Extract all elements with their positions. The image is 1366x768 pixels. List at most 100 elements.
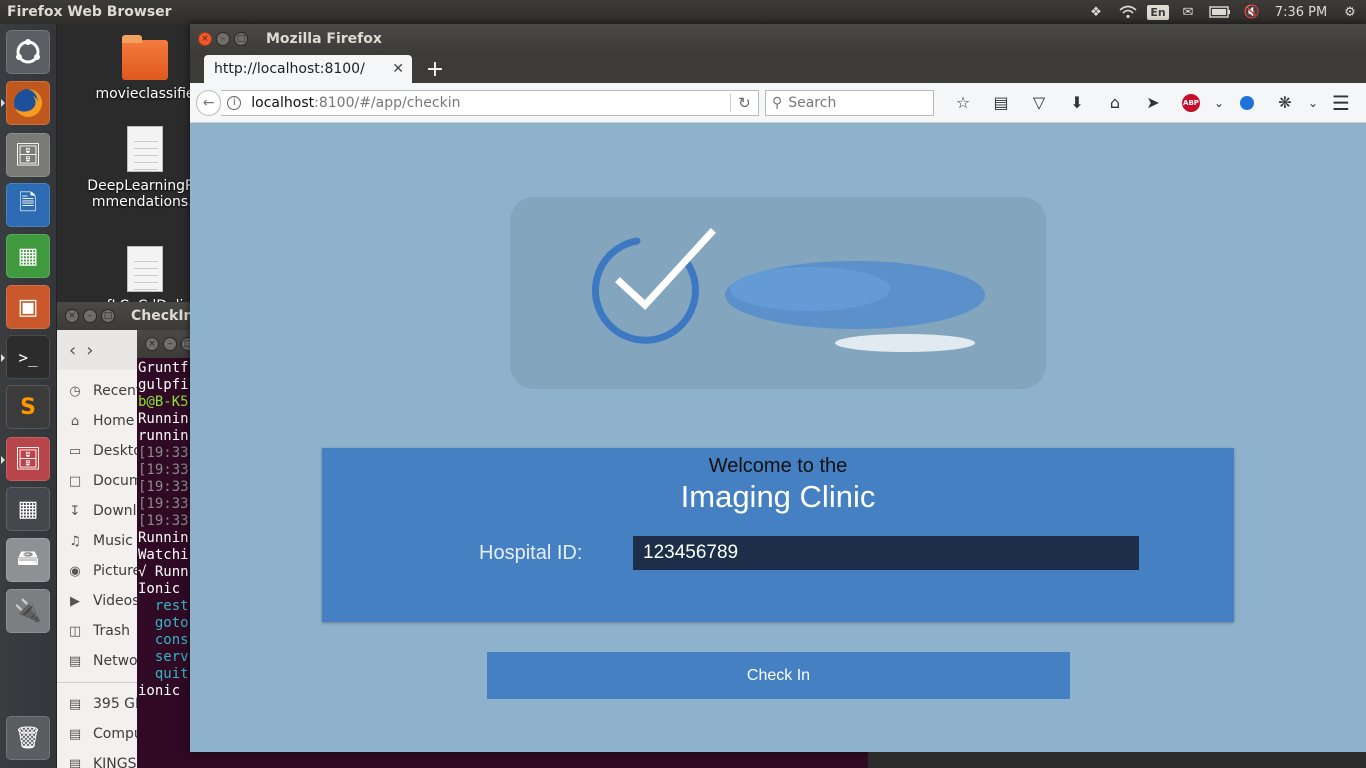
hospital-id-input[interactable] [633,536,1139,570]
files-window-title: CheckIn [131,308,194,324]
folder-icon: ▭ [68,443,82,459]
extension-icon[interactable] [1228,90,1266,116]
running-indicator [1,456,5,464]
bookmark-star-icon[interactable]: ☆ [944,90,982,116]
mail-icon[interactable]: ✉ [1172,0,1204,24]
hospital-id-label: Hospital ID: [479,542,583,564]
video-icon: ▶ [70,593,80,609]
search-placeholder: Search [788,94,837,111]
sidebar-item-label: KINGS [93,756,137,768]
volume-muted-icon[interactable]: 🔇 [1236,0,1268,24]
extension-icon[interactable]: ❋ [1266,90,1304,116]
calc-launcher-icon[interactable]: ▦ [6,234,50,278]
page-content: Welcome to the Imaging Clinic Hospital I… [190,123,1366,752]
home-icon: ⌂ [70,413,80,429]
maximize-icon[interactable]: □ [234,32,248,46]
close-icon[interactable]: × [145,337,159,351]
tab-strip: http://localhost:8100/ ✕ + [190,54,1366,83]
sidebar-item-label: Recent [93,383,142,399]
music-icon: ♫ [69,533,81,549]
desktop-background-strip [868,752,1366,768]
active-app-title: Firefox Web Browser [7,4,172,20]
desktop-icon-label: DeepLearningRe mmendations.t [87,178,203,210]
check-logo-icon [591,228,985,352]
workspace-switcher-icon[interactable]: ▦ [6,487,50,531]
terminal-launcher-icon[interactable]: >_ [6,335,50,379]
usb-drive-launcher-icon[interactable]: 🔌 [6,589,50,633]
minimize-icon[interactable]: – [163,337,177,351]
clock[interactable]: 7:36 PM [1268,0,1334,24]
url-host: localhost [251,94,315,111]
drive-icon: ▤ [68,696,82,712]
url-path: :8100/#/app/checkin [314,94,461,111]
maximize-icon[interactable]: □ [101,309,115,323]
send-icon[interactable]: ➤ [1134,90,1172,116]
impress-launcher-icon[interactable]: ▣ [6,285,50,329]
window-title: Mozilla Firefox [266,31,382,47]
wifi-icon[interactable] [1112,0,1144,24]
close-icon[interactable]: × [198,32,212,46]
desktop-folder-icon[interactable]: movieclassifie [85,35,205,102]
document-icon [127,246,163,292]
back-button[interactable]: ← [196,89,222,116]
camera-icon: ◉ [69,563,81,579]
reload-icon[interactable]: ↻ [729,93,758,112]
sidebar-item-label: Home [93,413,135,429]
minimize-icon[interactable]: – [83,309,97,323]
firefox-titlebar: × – □ Mozilla Firefox [190,24,1366,54]
lang-label: En [1147,4,1169,20]
tab-localhost[interactable]: http://localhost:8100/ ✕ [204,55,412,83]
check-in-button[interactable]: Check In [487,652,1070,699]
files-titlebar: × – □ CheckIn [57,302,197,330]
power-gear-icon[interactable]: ⚙ [1334,0,1366,24]
reading-list-icon[interactable]: ▤ [982,90,1020,116]
close-icon[interactable]: × [65,309,79,323]
sidebar-item-label: Videos [93,593,140,609]
sidebar-item-label: Trash [93,623,130,639]
clinic-logo [510,197,1046,389]
download-icon[interactable]: ⬇ [1058,90,1096,116]
firefox-launcher-icon[interactable] [6,81,50,125]
clock-icon: ◷ [69,383,81,399]
writer-launcher-icon[interactable]: 🗎 [6,183,50,227]
ubuntu-dash-icon[interactable] [6,30,50,74]
document-icon: □ [68,473,82,489]
sublime-launcher-icon[interactable]: S [6,385,50,429]
new-tab-button[interactable]: + [420,55,450,83]
top-panel: Firefox Web Browser ❖ En ✉ 🔇 7:36 PM ⚙ [0,0,1366,24]
pocket-icon[interactable]: ▽ [1020,90,1058,116]
files-secondary-launcher-icon[interactable]: 🗄 [6,437,50,481]
desktop-icon-label: movieclassifie [95,86,195,102]
trash-launcher-icon[interactable]: 🗑 [6,716,50,760]
battery-icon[interactable] [1204,0,1236,24]
navigation-toolbar: ← i localhost:8100/#/app/checkin ↻ ⚲ Sea… [190,83,1366,123]
welcome-heading: Welcome to the [708,455,848,477]
adblock-icon[interactable]: ABP [1172,90,1210,116]
back-arrow-icon[interactable]: ‹ [69,340,76,361]
forward-arrow-icon[interactable]: › [86,340,93,361]
hospital-id-row: Hospital ID: [322,536,1234,572]
drive-icon: ▤ [68,726,82,742]
files-launcher-icon[interactable]: 🗄 [6,133,50,177]
download-icon: ↧ [69,503,81,519]
search-input[interactable]: ⚲ Search [764,89,934,116]
dropdown-icon[interactable]: ⌄ [1210,90,1228,116]
disk-launcher-icon[interactable]: 🖴 [6,538,50,582]
dropdown-icon[interactable]: ⌄ [1304,90,1322,116]
welcome-card: Welcome to the Imaging Clinic Hospital I… [322,448,1234,622]
indicator-area: ❖ En ✉ 🔇 7:36 PM ⚙ [1080,0,1366,24]
running-indicator [1,99,5,107]
close-tab-icon[interactable]: ✕ [392,61,404,77]
keyboard-layout-indicator[interactable]: En [1144,0,1172,24]
minimize-icon[interactable]: – [216,32,230,46]
launcher: 🗄 🗎 ▦ ▣ >_ S 🗄 ▦ 🖴 🔌 🗑 [0,24,57,768]
home-icon[interactable]: ⌂ [1096,90,1134,116]
folder-icon [122,35,168,80]
desktop-document-icon[interactable]: DeepLearningRe mmendations.t [85,126,205,210]
running-indicator [1,354,5,362]
search-icon: ⚲ [771,94,783,111]
url-bar[interactable]: i localhost:8100/#/app/checkin ↻ [221,89,759,116]
dropbox-icon[interactable]: ❖ [1080,0,1112,24]
site-info-icon[interactable]: i [227,95,242,110]
menu-icon[interactable]: ☰ [1322,90,1360,116]
